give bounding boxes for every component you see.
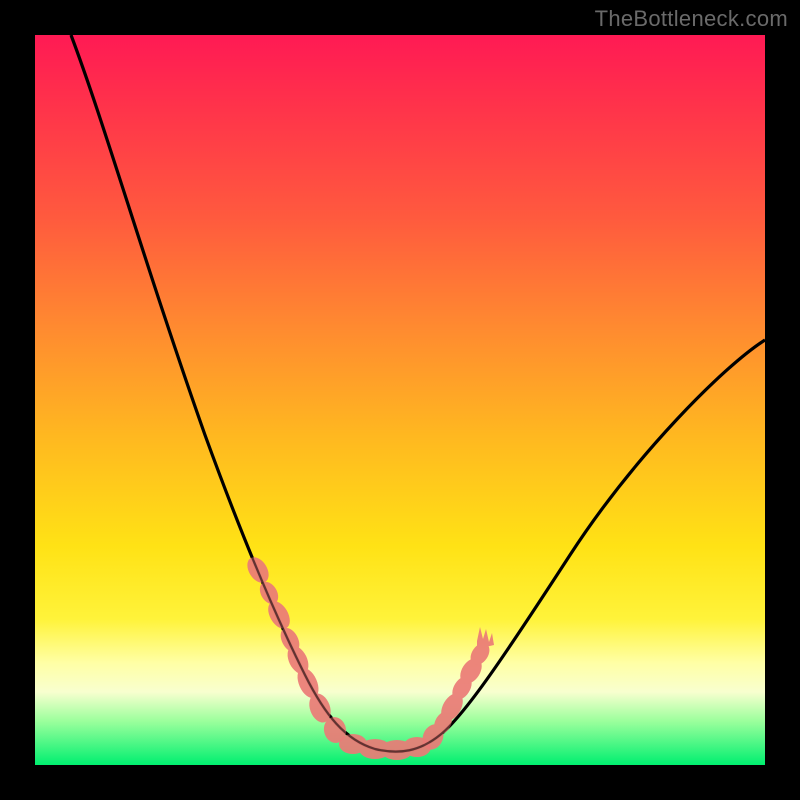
highlight-cluster-left [243,553,349,745]
watermark-text: TheBottleneck.com [595,6,788,32]
highlight-cluster-right [419,627,494,753]
bottleneck-curve [71,35,765,752]
plot-area [35,35,765,765]
chart-frame: TheBottleneck.com [0,0,800,800]
chart-svg [35,35,765,765]
bottleneck-curve-overdraw [71,35,765,752]
